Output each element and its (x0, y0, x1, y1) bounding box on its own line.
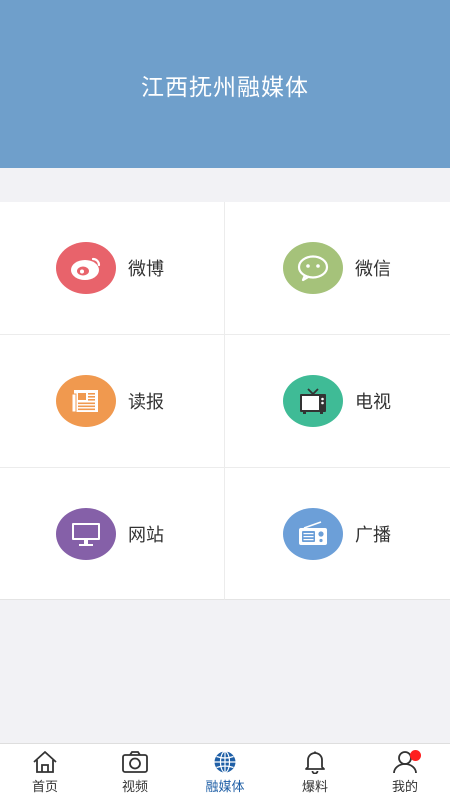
newspaper-icon (56, 375, 116, 427)
grid-item-weibo[interactable]: 微博 (0, 202, 225, 335)
grid-item-label: 读报 (128, 392, 164, 413)
grid-item-label: 网站 (128, 524, 164, 546)
grid-item-wechat[interactable]: 微信 (225, 202, 450, 335)
grid-item-website[interactable]: 网站 (0, 468, 225, 600)
page-title: 江西抚州融媒体 (141, 75, 309, 101)
tab-media[interactable]: 融媒体 (180, 744, 270, 800)
tab-video[interactable]: 视频 (90, 744, 180, 800)
notification-badge (410, 750, 422, 761)
tab-label: 首页 (31, 780, 58, 795)
camera-icon (122, 751, 148, 773)
globe-icon (214, 750, 236, 774)
tab-tipoff[interactable]: 爆料 (270, 744, 360, 800)
grid-item-label: 广播 (355, 524, 391, 546)
media-grid: 微博 微信 读报 电视 网站 广播 (0, 202, 450, 600)
radio-icon (283, 507, 343, 560)
app-header: 江西抚州融媒体 (0, 0, 450, 168)
grid-item-tv[interactable]: 电视 (225, 335, 450, 468)
grid-item-newspaper[interactable]: 读报 (0, 335, 225, 468)
home-icon (33, 751, 57, 773)
tab-label: 爆料 (301, 780, 328, 795)
grid-item-radio[interactable]: 广播 (225, 468, 450, 600)
monitor-icon (56, 507, 116, 560)
tab-label: 视频 (121, 780, 148, 795)
grid-item-label: 电视 (355, 392, 391, 413)
bottom-tab-bar: 首页 视频 融媒体 爆料 我的 (0, 743, 450, 800)
tab-home[interactable]: 首页 (0, 744, 90, 800)
wechat-icon (283, 242, 343, 294)
grid-item-label: 微博 (128, 259, 164, 280)
tab-profile[interactable]: 我的 (360, 744, 450, 800)
bell-icon (305, 751, 325, 774)
tv-icon (283, 375, 343, 427)
tab-label: 我的 (391, 780, 418, 795)
tab-label: 融媒体 (205, 780, 245, 795)
weibo-icon (56, 242, 116, 294)
grid-item-label: 微信 (355, 259, 391, 280)
